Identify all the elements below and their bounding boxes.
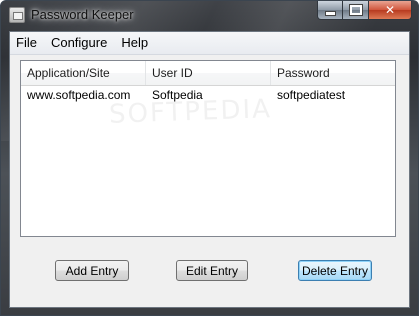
column-header-application[interactable]: Application/Site: [21, 61, 146, 85]
app-window: Password Keeper ✕ File Configure Help Ap…: [0, 0, 419, 316]
minimize-icon: [324, 10, 336, 16]
cell-password: softpediatest: [277, 88, 346, 102]
edit-entry-button[interactable]: Edit Entry: [176, 260, 248, 281]
delete-entry-button[interactable]: Delete Entry: [298, 260, 372, 281]
minimize-button[interactable]: [317, 1, 343, 20]
menu-bar: File Configure Help: [10, 32, 409, 55]
table-row[interactable]: www.softpedia.com Softpedia softpediates…: [21, 86, 395, 104]
menu-help[interactable]: Help: [114, 32, 155, 54]
window-title: Password Keeper: [31, 7, 134, 22]
column-header-user-id[interactable]: User ID: [146, 61, 271, 85]
menu-configure[interactable]: Configure: [44, 32, 114, 54]
close-icon: ✕: [384, 3, 396, 17]
maximize-icon: [348, 4, 363, 16]
entries-list[interactable]: Application/Site User ID Password www.so…: [20, 60, 396, 237]
menu-file[interactable]: File: [10, 32, 44, 54]
client-area: File Configure Help Application/Site Use…: [9, 31, 410, 308]
title-bar[interactable]: Password Keeper ✕: [1, 1, 418, 31]
caption-buttons: ✕: [317, 1, 412, 20]
cell-application: www.softpedia.com: [27, 88, 131, 102]
cell-user-id: Softpedia: [152, 88, 203, 102]
maximize-button[interactable]: [343, 1, 369, 20]
close-button[interactable]: ✕: [369, 1, 412, 20]
column-header-password[interactable]: Password: [271, 61, 395, 85]
add-entry-button[interactable]: Add Entry: [55, 260, 129, 281]
list-header: Application/Site User ID Password: [21, 61, 395, 86]
app-icon[interactable]: [9, 7, 25, 23]
